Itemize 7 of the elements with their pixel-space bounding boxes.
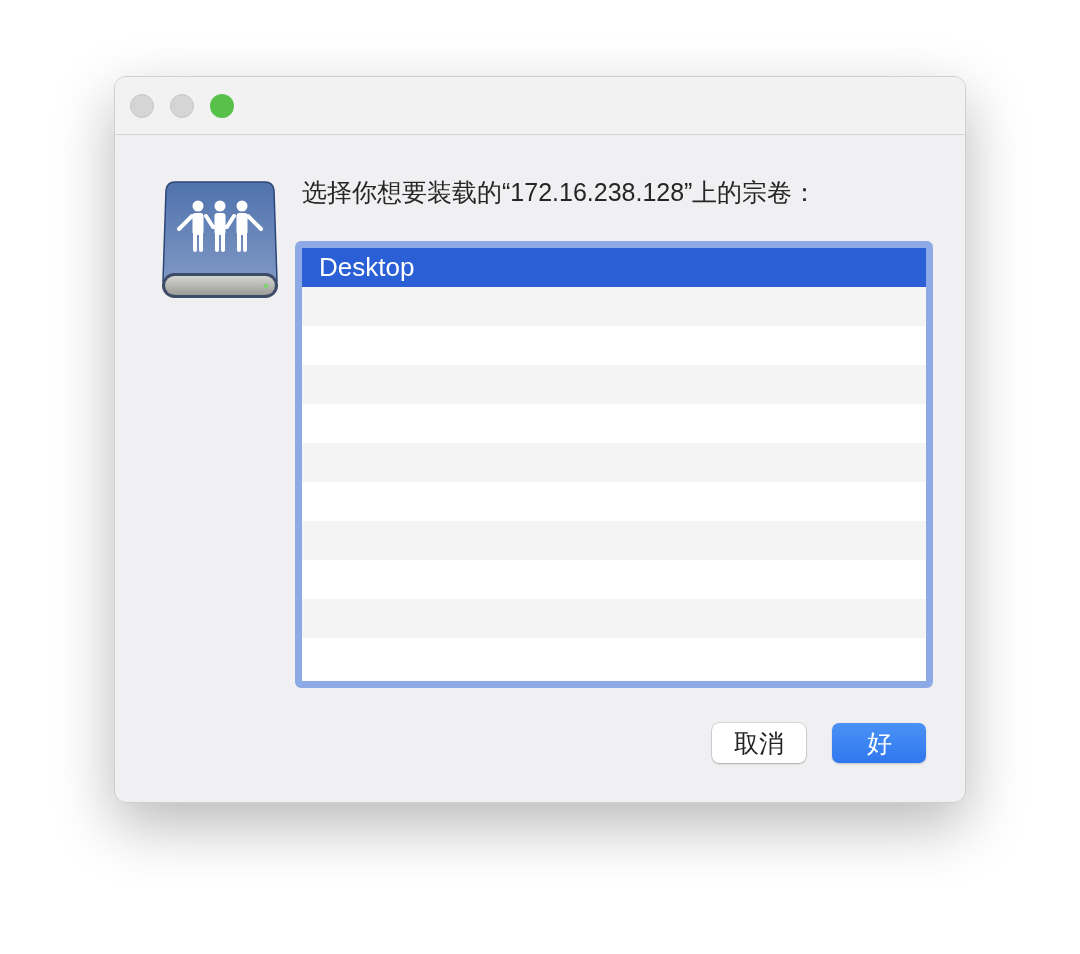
prompt-text: 选择你想要装载的“172.16.238.128”上的宗卷： xyxy=(301,177,818,207)
volume-list[interactable]: Desktop xyxy=(295,241,933,688)
zoom-button[interactable] xyxy=(210,93,234,118)
ok-button[interactable]: 好 xyxy=(832,723,926,763)
cancel-button[interactable]: 取消 xyxy=(712,723,806,763)
list-item[interactable]: Desktop xyxy=(302,248,926,287)
shared-drive-icon xyxy=(161,181,279,299)
